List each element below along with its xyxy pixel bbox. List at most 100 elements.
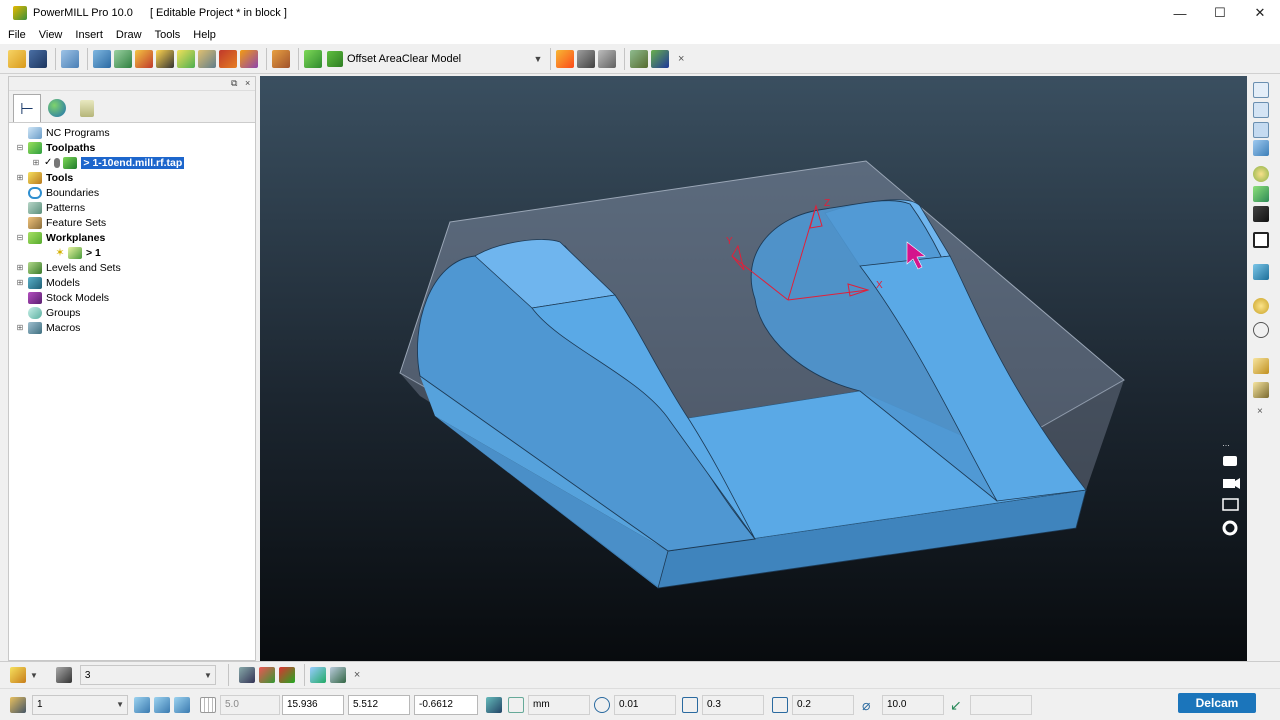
collapse-icon[interactable]: ⊟ (15, 233, 25, 242)
float-panel-icon[interactable]: ⧉ (231, 78, 237, 89)
workplane-select[interactable]: 1 ▼ (32, 694, 128, 715)
chevron-down-icon[interactable]: ▼ (30, 671, 38, 680)
maximize-button[interactable]: ☐ (1200, 0, 1240, 26)
toolpath-check-icon[interactable] (258, 667, 275, 683)
print-icon[interactable] (61, 49, 79, 68)
coord-z-field[interactable]: -0.6612 (414, 694, 478, 715)
shaded-icon[interactable] (1253, 264, 1269, 280)
tree-item-macros[interactable]: ⊞ Macros (9, 320, 255, 335)
menu-view[interactable]: View (39, 29, 63, 41)
toolpath-strategies-icon[interactable] (304, 49, 322, 68)
thickness-field[interactable]: 0.3 (702, 694, 764, 715)
stepover-field[interactable] (970, 694, 1032, 715)
view-3d-icon[interactable] (1253, 140, 1269, 156)
tree-item-boundaries[interactable]: Boundaries (9, 185, 255, 200)
pencil-icon[interactable] (309, 667, 326, 683)
expand-icon[interactable]: ⊞ (15, 323, 25, 332)
diameter-icon[interactable]: ⌀ (862, 697, 878, 713)
pick-icon[interactable] (1253, 382, 1269, 398)
graphics-viewport[interactable]: Z X Y … (260, 76, 1247, 661)
thickness-icon[interactable] (682, 696, 698, 713)
diameter-field[interactable]: 10.0 (882, 694, 944, 715)
menu-help[interactable]: Help (193, 29, 216, 41)
toolpath-options-icon[interactable] (651, 49, 669, 68)
rapid-move-icon[interactable] (114, 49, 132, 68)
menu-insert[interactable]: Insert (75, 29, 103, 41)
feature-icon[interactable] (238, 667, 255, 683)
camera-icon[interactable] (1223, 456, 1237, 466)
block-icon[interactable] (93, 49, 111, 68)
tree-item-feature-sets[interactable]: Feature Sets (9, 215, 255, 230)
save-icon[interactable] (29, 49, 47, 68)
toolbar-close-icon[interactable]: × (678, 53, 684, 65)
refresh-view-icon[interactable] (1253, 186, 1269, 202)
tree-item-workplanes[interactable]: ⊟ Workplanes (9, 230, 255, 245)
feeds-speeds-icon[interactable] (135, 49, 153, 68)
nc-output-icon[interactable] (272, 49, 290, 68)
expand-icon[interactable]: ⊞ (15, 263, 25, 272)
ruler-icon[interactable] (508, 696, 524, 713)
leads-links-icon[interactable] (156, 49, 174, 68)
tree-item-tools[interactable]: ⊞ Tools (9, 170, 255, 185)
end-point-icon[interactable] (198, 49, 216, 68)
menu-draw[interactable]: Draw (116, 29, 142, 41)
view-front-icon[interactable] (1253, 122, 1269, 138)
rightbar-close-icon[interactable]: × (1257, 406, 1263, 417)
expand-icon[interactable]: ⊞ (15, 278, 25, 287)
levels-icon[interactable] (10, 667, 26, 683)
close-panel-icon[interactable]: × (245, 78, 250, 88)
start-point-icon[interactable] (177, 49, 195, 68)
tree-item-groups[interactable]: Groups (9, 305, 255, 320)
simulation-icon[interactable] (630, 49, 648, 68)
tab-globe[interactable] (43, 94, 71, 122)
measure-icon[interactable] (598, 49, 616, 68)
menu-file[interactable]: File (8, 29, 26, 41)
level-toolbar-close-icon[interactable]: × (354, 669, 360, 681)
tolerance-icon[interactable] (594, 696, 610, 713)
workplane-icon[interactable] (10, 696, 26, 713)
view-iso1-icon[interactable] (1253, 82, 1269, 98)
select-icon[interactable] (1253, 358, 1269, 374)
axial-thickness-icon[interactable] (772, 696, 788, 713)
checkmark-icon[interactable]: ✓ (44, 157, 52, 168)
menu-tools[interactable]: Tools (155, 29, 181, 41)
level-select[interactable]: 3 ▼ (79, 665, 216, 685)
close-button[interactable]: ✕ (1240, 0, 1280, 26)
video-icon[interactable] (1223, 479, 1235, 488)
tab-recycle-bin[interactable] (73, 94, 101, 122)
cross-tools-icon[interactable] (329, 667, 346, 683)
block-view2-icon[interactable] (154, 696, 170, 713)
lightbulb-icon[interactable] (54, 157, 61, 168)
box-view-icon[interactable] (1253, 232, 1269, 248)
tree-item-stock-models[interactable]: Stock Models (9, 290, 255, 305)
tree-item-patterns[interactable]: Patterns (9, 200, 255, 215)
light-icon[interactable] (1253, 298, 1269, 314)
calculator-icon[interactable] (577, 49, 595, 68)
block-view-icon[interactable] (134, 696, 150, 713)
settings-gear-icon[interactable] (1222, 520, 1238, 536)
open-folder-icon[interactable] (8, 49, 26, 68)
tree-item-toolpath-active[interactable]: ⊞ ✓ > 1-10end.mill.rf.tap (9, 155, 255, 170)
overlay-menu-icon[interactable]: … (1222, 439, 1230, 448)
toolpath-edit-icon[interactable] (278, 667, 295, 683)
block-view3-icon[interactable] (174, 696, 190, 713)
window-stack-icon[interactable] (1222, 498, 1239, 511)
tree-item-levels-and-sets[interactable]: ⊞ Levels and Sets (9, 260, 255, 275)
globe-view-icon[interactable] (1253, 322, 1269, 338)
tree-item-nc-programs[interactable]: NC Programs (9, 125, 255, 140)
grid-icon[interactable] (200, 696, 216, 713)
strategy-select[interactable]: Offset AreaClear Model ▼ (327, 48, 545, 69)
edit-toolpath-icon[interactable] (556, 49, 574, 68)
tree-item-toolpaths[interactable]: ⊟ Toolpaths (9, 140, 255, 155)
units-field[interactable]: mm (528, 694, 590, 715)
expand-icon[interactable]: ⊞ (15, 173, 25, 182)
collapse-icon[interactable]: ⊟ (15, 143, 25, 152)
coord-y-field[interactable]: 5.512 (348, 694, 410, 715)
view-iso2-icon[interactable] (1253, 102, 1269, 118)
minimize-button[interactable]: — (1160, 0, 1200, 26)
zoom-icon[interactable] (1253, 166, 1269, 182)
grid-spacing-field[interactable]: 5.0 (220, 694, 280, 715)
units-toggle-icon[interactable] (486, 696, 502, 713)
expand-icon[interactable]: ⊞ (31, 158, 41, 167)
axial-thickness-field[interactable]: 0.2 (792, 694, 854, 715)
